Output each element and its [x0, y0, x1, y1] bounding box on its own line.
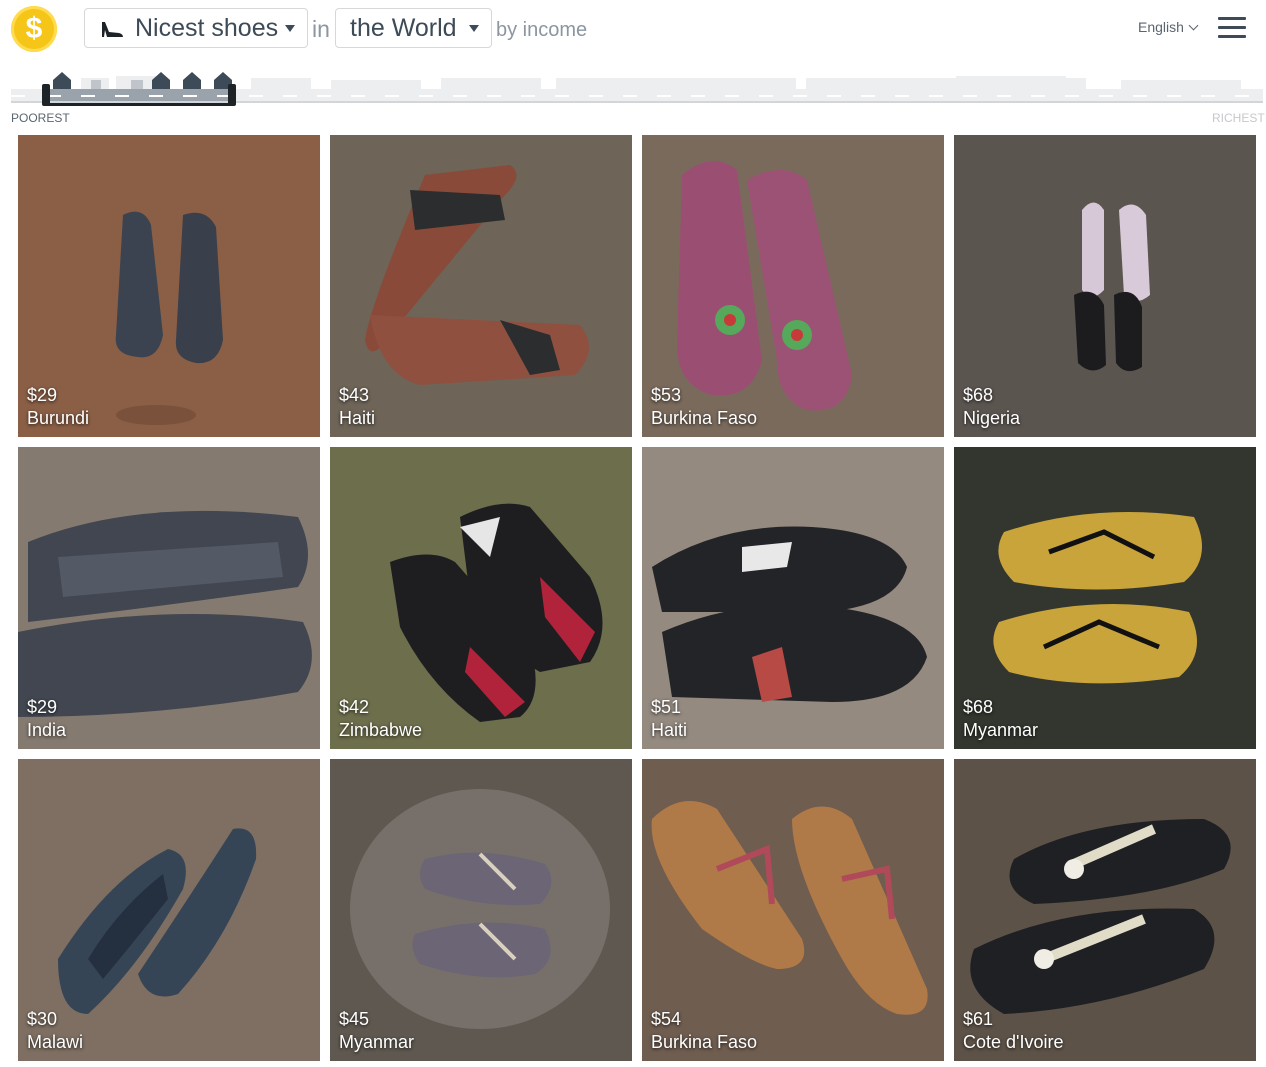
card-income: $68 — [963, 697, 994, 717]
photo-card[interactable]: $68 Nigeria — [954, 135, 1256, 437]
photo-card[interactable]: $51 Haiti — [642, 447, 944, 749]
photo-card[interactable]: $29 Burundi — [18, 135, 320, 437]
income-selected-range — [47, 89, 232, 101]
photo-card[interactable]: $45 Myanmar — [330, 759, 632, 1061]
card-income: $54 — [651, 1009, 682, 1029]
logo[interactable]: $ — [11, 6, 57, 52]
photo-card[interactable]: $43 Haiti — [330, 135, 632, 437]
photo-card[interactable]: $29 India — [18, 447, 320, 749]
shoe-photo — [642, 447, 944, 749]
card-country: Myanmar — [963, 720, 1039, 740]
card-country: Burkina Faso — [651, 1032, 758, 1052]
income-strip[interactable] — [11, 68, 1263, 110]
menu-button[interactable] — [1218, 17, 1246, 39]
card-country: India — [27, 720, 67, 740]
richest-label: RICHEST — [1212, 111, 1265, 125]
card-income: $51 — [651, 697, 682, 717]
card-country: Haiti — [339, 408, 376, 428]
card-country: Burkina Faso — [651, 408, 758, 428]
connector-in: in — [312, 16, 330, 42]
language-selector[interactable]: English — [1138, 19, 1199, 35]
card-income: $29 — [27, 385, 58, 405]
card-income: $42 — [339, 697, 370, 717]
photo-card[interactable]: $68 Myanmar — [954, 447, 1256, 749]
caret-down-icon — [285, 25, 295, 32]
card-country: Nigeria — [963, 408, 1021, 428]
photo-card[interactable]: $42 Zimbabwe — [330, 447, 632, 749]
chevron-down-icon — [1188, 20, 1199, 31]
caret-down-icon — [469, 25, 479, 32]
photo-card[interactable]: $61 Cote d'Ivoire — [954, 759, 1256, 1061]
card-income: $43 — [339, 385, 370, 405]
card-country: Burundi — [27, 408, 90, 428]
card-country: Malawi — [27, 1032, 84, 1052]
card-country: Cote d'Ivoire — [963, 1032, 1064, 1052]
connector-by-income: by income — [496, 19, 588, 41]
card-income: $30 — [27, 1009, 58, 1029]
card-income: $68 — [963, 385, 994, 405]
language-label: English — [1138, 19, 1184, 35]
card-country: Zimbabwe — [339, 720, 423, 740]
hamburger-icon-line — [1218, 35, 1246, 38]
card-income: $53 — [651, 385, 682, 405]
hamburger-icon-line — [1218, 17, 1246, 20]
shoe-icon — [99, 17, 125, 39]
income-range-bar — [46, 103, 234, 106]
photo-card[interactable]: $53 Burkina Faso — [642, 135, 944, 437]
card-country: Myanmar — [339, 1032, 415, 1052]
income-range-handle-right[interactable] — [228, 84, 236, 106]
poorest-label: POOREST — [11, 111, 70, 125]
card-income: $29 — [27, 697, 58, 717]
income-range-handle-left[interactable] — [42, 84, 50, 106]
place-select-value: the World — [350, 13, 457, 42]
card-income: $61 — [963, 1009, 994, 1029]
photo-card[interactable]: $54 Burkina Faso — [642, 759, 944, 1061]
card-income: $45 — [339, 1009, 370, 1029]
thing-select[interactable]: Nicest shoes — [84, 8, 308, 48]
thing-select-value: Nicest shoes — [135, 13, 279, 42]
hamburger-icon-line — [1218, 26, 1246, 29]
place-select[interactable]: the World — [335, 8, 492, 48]
shoe-photo — [330, 135, 632, 437]
photo-grid: $29 Burundi $43 Haiti $53 Burkina Faso $… — [18, 135, 1256, 1061]
card-country: Haiti — [651, 720, 688, 740]
logo-dollar-symbol: $ — [25, 12, 43, 45]
photo-card[interactable]: $30 Malawi — [18, 759, 320, 1061]
